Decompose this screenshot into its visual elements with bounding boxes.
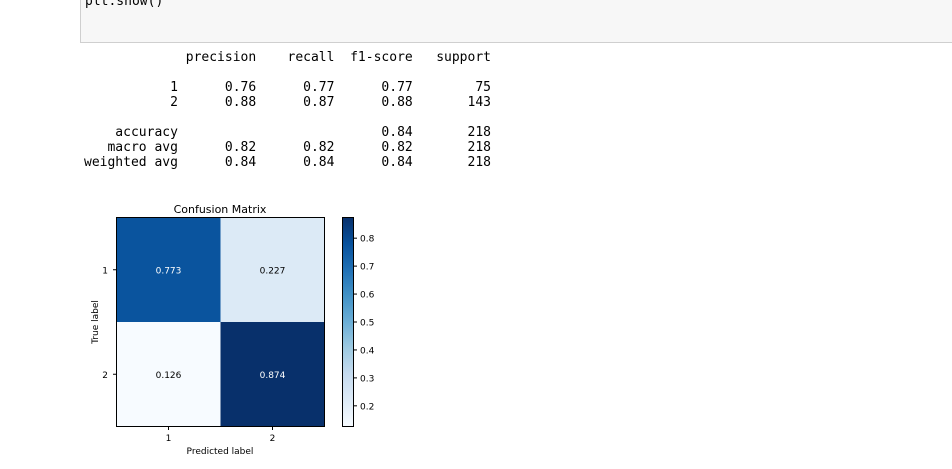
colorbar-tick-label: 0.5 [360,319,374,329]
y-axis-label: True label [91,300,101,345]
x-tick-label: 1 [166,434,172,444]
colorbar-tick-label: 0.4 [360,346,375,356]
confusion-matrix-figure: Confusion Matrix 0.773 0.227 0.126 0.874 1 2… [91,203,375,457]
cell-value-label: 0.126 [156,371,182,381]
colorbar-tick-label: 0.6 [360,291,375,301]
x-axis-label: Predicted label [187,447,254,457]
cell-value-label: 0.773 [156,266,182,276]
colorbar [342,217,354,427]
chart-title: Confusion Matrix [174,203,267,216]
cell-value-label: 0.227 [260,266,286,276]
y-tick-label: 2 [102,371,108,381]
x-tick-label: 2 [270,434,276,444]
colorbar-tick-label: 0.8 [360,235,375,245]
colorbar-tick-label: 0.3 [360,374,374,384]
colorbar-tick-label: 0.7 [360,263,374,273]
colorbar-tick-label: 0.2 [360,402,374,412]
y-tick-label: 1 [102,266,108,276]
cell-value-label: 0.874 [260,371,286,381]
